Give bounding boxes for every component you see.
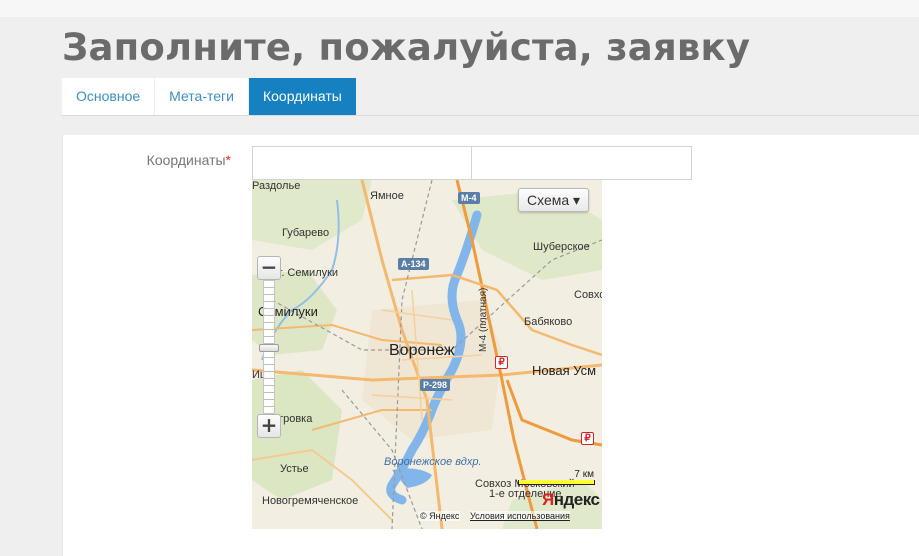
- toll-ruble-icon-2: ₽: [581, 432, 594, 445]
- place-razdolye: Раздолье: [252, 180, 301, 192]
- map-copyright: © Яндекс: [419, 511, 461, 521]
- road-shield-a134: А-134: [398, 258, 429, 270]
- zoom-slider-thumb[interactable]: [259, 344, 279, 352]
- page-title: Заполните, пожалуйста, заявку: [62, 26, 751, 69]
- top-strip: [0, 0, 919, 17]
- zoom-control: − +: [257, 256, 281, 438]
- longitude-input[interactable]: [471, 146, 692, 180]
- road-label-m4-toll: М-4 (платная): [478, 287, 489, 352]
- scale-label: 7 км: [574, 469, 594, 480]
- place-gubarevo: Губарево: [282, 227, 330, 239]
- place-voronezh: Воронеж: [389, 342, 455, 359]
- yandex-logo-letter: Я: [542, 490, 554, 509]
- yandex-logo: Яндекс: [542, 490, 600, 510]
- coordinates-label-text: Координаты: [146, 152, 226, 168]
- required-mark: *: [225, 152, 231, 168]
- zoom-out-button[interactable]: −: [257, 256, 281, 280]
- place-novogremyachenskoe: Новогремяченское: [262, 495, 359, 507]
- tab-bar: Основное Мета-теги Координаты: [62, 78, 357, 115]
- coordinates-label: Координаты*: [0, 152, 231, 168]
- place-shuberskoe: Шуберское: [533, 241, 590, 253]
- zoom-in-button[interactable]: +: [257, 414, 281, 438]
- place-babyakovo: Бабяково: [524, 316, 573, 328]
- tab-coordinates[interactable]: Координаты: [248, 78, 356, 115]
- place-ustye: Устье: [280, 463, 309, 475]
- road-shield-r298: Р-298: [420, 379, 451, 391]
- terms-of-use-link[interactable]: Условия использования: [470, 511, 570, 521]
- toll-ruble-icon: ₽: [495, 356, 508, 369]
- place-reservoir: Воронежское вдхр.: [384, 456, 482, 468]
- map-type-button[interactable]: Схема ▾: [518, 188, 590, 212]
- tab-divider: [62, 115, 919, 116]
- place-novaya-usman: Новая Усм: [532, 363, 597, 378]
- map-widget[interactable]: Раздолье Ямное Губарево Шуберское ст. Се…: [252, 180, 602, 529]
- place-sovkhoz: Совхо: [574, 289, 602, 301]
- yandex-logo-rest: ндекс: [553, 490, 600, 509]
- road-shield-m4: М-4: [458, 192, 480, 204]
- latitude-input[interactable]: [252, 146, 472, 180]
- scale-bar: [518, 480, 595, 485]
- tab-meta-tags[interactable]: Мета-теги: [155, 78, 248, 115]
- place-yamnoe: Ямное: [370, 190, 404, 202]
- tab-main[interactable]: Основное: [62, 78, 155, 115]
- place-semiluki-station: ст. Семилуки: [272, 267, 339, 279]
